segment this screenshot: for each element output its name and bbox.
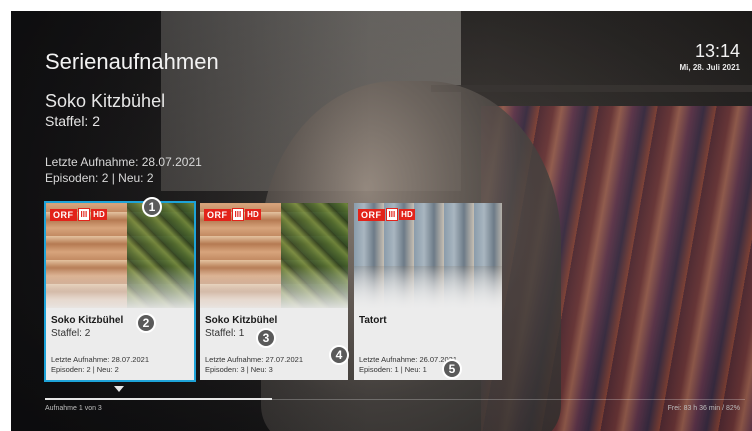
card-thumbnail: ORF III HD — [354, 203, 502, 308]
annotation-badge-2: 2 — [136, 313, 156, 333]
page-title: Serienaufnahmen — [45, 49, 219, 74]
position-progress-fill — [45, 398, 272, 400]
card-last-recording: Letzte Aufnahme: 27.07.2021 — [205, 355, 303, 364]
tv-screen: Serienaufnahmen 13:14 Mi, 28. Juli 2021 … — [11, 11, 752, 431]
channel-logo-hd: HD — [245, 209, 261, 220]
scroll-down-arrow-icon[interactable] — [114, 386, 124, 392]
channel-logo-hd: HD — [91, 209, 107, 220]
channel-logo: ORF III HD — [204, 208, 261, 221]
annotation-badge-3: 3 — [256, 328, 276, 348]
card-thumbnail: ORF III HD — [46, 203, 194, 308]
card-last-recording: Letzte Aufnahme: 28.07.2021 — [51, 355, 149, 364]
selected-series-name: Soko Kitzbühel — [45, 91, 166, 111]
storage-indicator: Frei: 83 h 36 min / 82% — [667, 405, 740, 412]
card-thumbnail: ORF III HD — [200, 203, 348, 308]
channel-logo-number: III — [385, 208, 399, 221]
position-indicator: Aufnahme 1 von 3 — [45, 405, 102, 412]
background-window — [161, 11, 461, 191]
recording-card-3[interactable]: ORF III HD Tatort Letzte Aufnahme: 26.07… — [354, 203, 502, 380]
card-meta: Letzte Aufnahme: 28.07.2021 Episoden: 2 … — [51, 355, 149, 375]
channel-logo-number: III — [231, 208, 245, 221]
channel-logo-number: III — [77, 208, 91, 221]
channel-logo-orf: ORF — [204, 208, 231, 221]
background-clothes-rack — [431, 85, 752, 92]
card-title: Tatort — [359, 315, 387, 326]
card-title: Soko Kitzbühel — [51, 315, 124, 326]
clock-time: 13:14 — [694, 41, 740, 61]
card-episodes: Episoden: 3 | Neu: 3 — [205, 365, 273, 374]
channel-logo-orf: ORF — [50, 208, 77, 221]
annotation-badge-1: 1 — [142, 197, 162, 217]
channel-logo-orf: ORF — [358, 208, 385, 221]
selected-series-last-recording: Letzte Aufnahme: 28.07.2021 — [45, 155, 202, 169]
clock-date: Mi, 28. Juli 2021 — [679, 63, 740, 72]
channel-logo-hd: HD — [399, 209, 415, 220]
annotation-badge-5: 5 — [442, 359, 462, 379]
clock: 13:14 Mi, 28. Juli 2021 — [680, 41, 740, 72]
selected-series-season: Staffel: 2 — [45, 113, 101, 129]
channel-logo: ORF III HD — [50, 208, 107, 221]
recording-card-2[interactable]: ORF III HD Soko Kitzbühel Staffel: 1 Let… — [200, 203, 348, 380]
card-season: Staffel: 2 — [51, 328, 91, 339]
recording-card-1[interactable]: ORF III HD Soko Kitzbühel Staffel: 2 Let… — [44, 201, 196, 382]
annotation-badge-4: 4 — [329, 345, 349, 365]
card-title: Soko Kitzbühel — [205, 315, 278, 326]
channel-logo: ORF III HD — [358, 208, 415, 221]
selected-series-episodes: Episoden: 2 | Neu: 2 — [45, 171, 154, 185]
card-meta: Letzte Aufnahme: 27.07.2021 Episoden: 3 … — [205, 355, 303, 375]
card-episodes: Episoden: 2 | Neu: 2 — [51, 365, 119, 374]
background-clothes — [481, 106, 752, 431]
